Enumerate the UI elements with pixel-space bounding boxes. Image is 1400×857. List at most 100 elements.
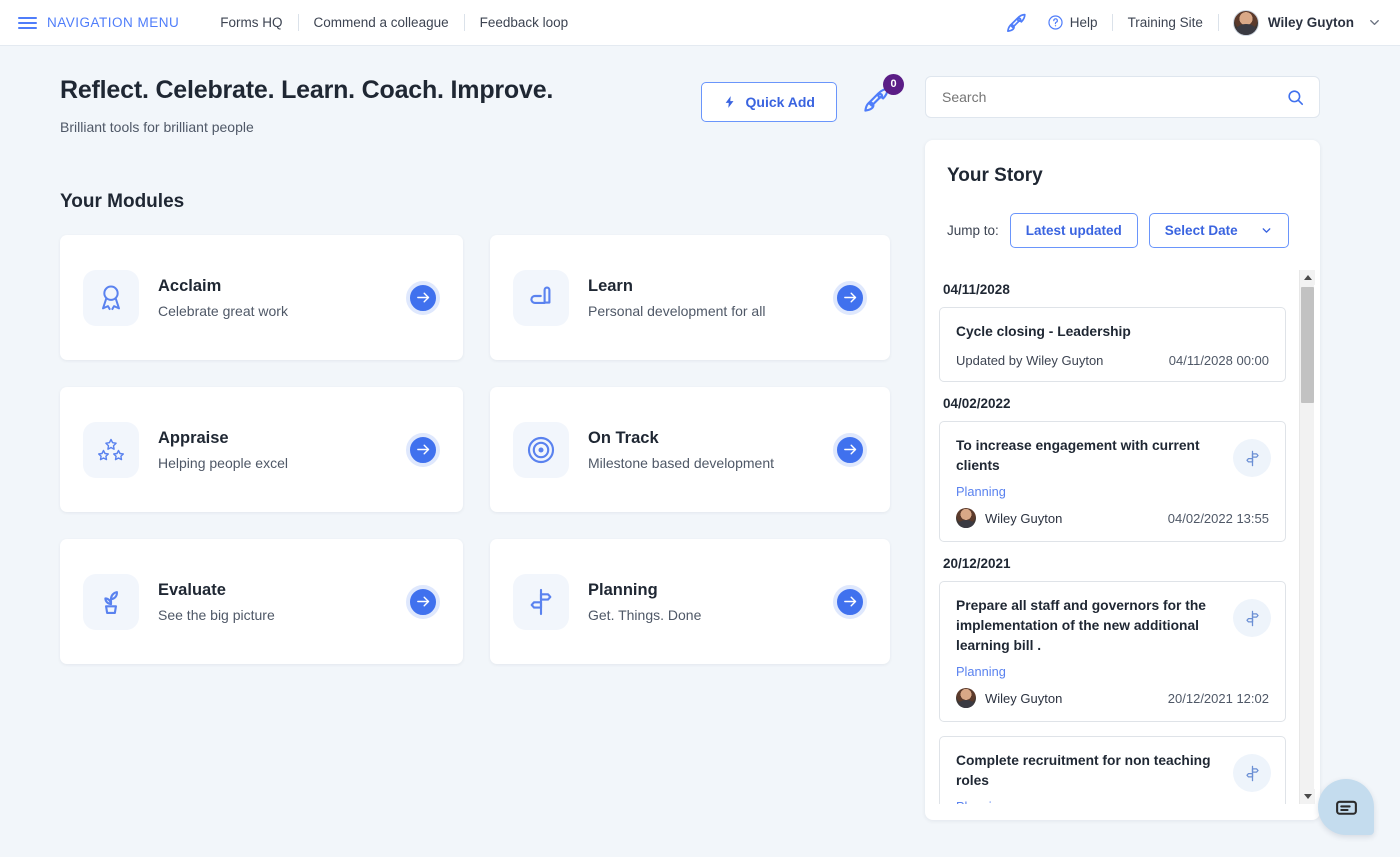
- modules-grid: Acclaim Celebrate great work Learn Perso…: [60, 235, 925, 664]
- training-site-link[interactable]: Training Site: [1113, 15, 1218, 30]
- story-card-title: Complete recruitment for non teaching ro…: [956, 753, 1211, 788]
- rocket-icon[interactable]: [1003, 10, 1029, 36]
- module-description: Helping people excel: [158, 454, 288, 471]
- story-card-timestamp: 04/11/2028 00:00: [1168, 353, 1269, 368]
- module-name: On Track: [588, 428, 659, 447]
- navigation-menu-button[interactable]: NAVIGATION MENU: [47, 15, 179, 30]
- rocket-launch-button[interactable]: 0: [859, 73, 904, 122]
- story-card-author: Wiley Guyton: [985, 690, 1063, 706]
- module-arrow-button[interactable]: [406, 280, 440, 315]
- nav-link-commend-a-colleague[interactable]: Commend a colleague: [299, 15, 464, 30]
- story-feed-scrollbar[interactable]: [1299, 270, 1315, 804]
- right-column: Your Story Jump to: Latest updated Selec…: [925, 46, 1400, 857]
- module-description: Get. Things. Done: [588, 606, 702, 623]
- nav-link-feedback-loop[interactable]: Feedback loop: [465, 15, 584, 30]
- module-arrow-button[interactable]: [833, 432, 867, 467]
- story-card-timestamp: 20/12/2021 12:02: [1167, 690, 1269, 706]
- arrow-right-icon: [843, 292, 856, 303]
- latest-updated-button[interactable]: Latest updated: [1009, 213, 1138, 248]
- avatar[interactable]: [1232, 9, 1259, 36]
- scrollbar-up-button[interactable]: [1300, 270, 1315, 285]
- chat-message-icon: [1335, 800, 1357, 815]
- jump-to-row: Jump to: Latest updated Select Date: [925, 213, 1320, 248]
- module-description: Celebrate great work: [158, 302, 288, 319]
- rocket-badge-count: 0: [883, 73, 904, 95]
- module-description: Milestone based development: [588, 454, 775, 471]
- story-card[interactable]: Prepare all staff and governors for the …: [939, 581, 1286, 722]
- module-card-acclaim[interactable]: Acclaim Celebrate great work: [60, 235, 463, 360]
- quick-add-button[interactable]: Quick Add: [700, 82, 837, 122]
- module-card-on-track[interactable]: On Track Milestone based development: [490, 387, 890, 512]
- story-card[interactable]: Cycle closing - Leadership Updated by Wi…: [939, 307, 1286, 382]
- story-card[interactable]: To increase engagement with current clie…: [939, 421, 1286, 542]
- three-stars-icon: [83, 421, 139, 478]
- search-icon[interactable]: [1286, 88, 1305, 107]
- chevron-down-icon[interactable]: [1367, 15, 1382, 30]
- story-card-author: Wiley Guyton: [985, 510, 1063, 526]
- avatar: [956, 688, 976, 708]
- story-card-module[interactable]: Planning: [956, 484, 1269, 499]
- module-arrow-button[interactable]: [406, 584, 440, 619]
- search-input[interactable]: [942, 89, 1286, 105]
- story-date-header: 20/12/2021: [943, 556, 1011, 571]
- top-navigation-bar: NAVIGATION MENU Forms HQ Commend a colle…: [0, 0, 1400, 46]
- ink-pen-icon: [513, 269, 569, 326]
- page-title: Reflect. Celebrate. Learn. Coach. Improv…: [60, 76, 554, 104]
- story-card-module[interactable]: Planning: [956, 664, 1269, 679]
- hamburger-icon[interactable]: [18, 16, 37, 29]
- top-nav-links: Forms HQ Commend a colleague Feedback lo…: [205, 14, 583, 31]
- story-card-title: To increase engagement with current clie…: [956, 438, 1200, 473]
- jump-to-label: Jump to:: [947, 223, 999, 238]
- signpost-icon: [513, 573, 569, 630]
- page-body: Reflect. Celebrate. Learn. Coach. Improv…: [0, 46, 1400, 857]
- module-text: Acclaim Celebrate great work: [158, 277, 288, 319]
- arrow-right-icon: [843, 444, 856, 455]
- signpost-icon: [1233, 439, 1271, 477]
- nav-divider: [1217, 14, 1219, 31]
- lightning-bolt-icon: [725, 96, 733, 108]
- story-card[interactable]: Complete recruitment for non teaching ro…: [939, 736, 1286, 804]
- scrollbar-down-button[interactable]: [1300, 789, 1315, 804]
- question-circle-icon: [1048, 15, 1063, 30]
- module-name: Appraise: [158, 428, 229, 447]
- module-card-appraise[interactable]: Appraise Helping people excel: [60, 387, 463, 512]
- story-card-timestamp: 04/02/2022 13:55: [1167, 510, 1269, 526]
- module-arrow-button[interactable]: [406, 432, 440, 467]
- select-date-label: Select Date: [1164, 223, 1238, 238]
- module-arrow-button[interactable]: [833, 280, 867, 315]
- module-card-learn[interactable]: Learn Personal development for all: [490, 235, 890, 360]
- module-description: Personal development for all: [588, 302, 766, 319]
- story-card-updated-by: Updated by Wiley Guyton: [956, 353, 1104, 368]
- module-card-evaluate[interactable]: Evaluate See the big picture: [60, 539, 463, 664]
- arrow-right-icon: [416, 596, 429, 607]
- module-text: Evaluate See the big picture: [158, 581, 275, 623]
- nav-link-forms-hq[interactable]: Forms HQ: [205, 15, 297, 30]
- module-arrow-button[interactable]: [833, 584, 867, 619]
- story-card-module[interactable]: Planning: [956, 799, 1269, 804]
- arrow-right-icon: [843, 596, 856, 607]
- module-card-planning[interactable]: Planning Get. Things. Done: [490, 539, 890, 664]
- seedling-icon: [83, 573, 139, 630]
- story-feed-inner: 04/11/2028 Cycle closing - Leadership Up…: [939, 282, 1312, 804]
- story-panel-title: Your Story: [947, 165, 1043, 186]
- story-card-title: Cycle closing - Leadership: [956, 324, 1131, 339]
- search-bar[interactable]: [925, 76, 1320, 118]
- module-name: Planning: [588, 580, 658, 599]
- top-bar-right-group: Help Training Site Wiley Guyton: [1003, 9, 1382, 36]
- signpost-icon: [1233, 599, 1271, 637]
- hero-section: Reflect. Celebrate. Learn. Coach. Improv…: [60, 73, 926, 135]
- module-text: Planning Get. Things. Done: [588, 581, 701, 623]
- modules-heading: Your Modules: [60, 191, 185, 212]
- signpost-icon: [1233, 754, 1271, 792]
- select-date-dropdown[interactable]: Select Date: [1148, 213, 1289, 248]
- scrollbar-thumb[interactable]: [1301, 287, 1314, 403]
- module-text: Appraise Helping people excel: [158, 429, 288, 471]
- arrow-right-icon: [416, 444, 429, 455]
- module-name: Learn: [588, 276, 633, 295]
- story-feed[interactable]: 04/11/2028 Cycle closing - Leadership Up…: [925, 270, 1320, 804]
- user-name[interactable]: Wiley Guyton: [1268, 15, 1354, 30]
- hero-actions: Quick Add 0: [700, 73, 926, 122]
- chat-widget-button[interactable]: [1318, 779, 1374, 835]
- module-text: Learn Personal development for all: [588, 277, 765, 319]
- help-button[interactable]: Help: [1047, 14, 1112, 31]
